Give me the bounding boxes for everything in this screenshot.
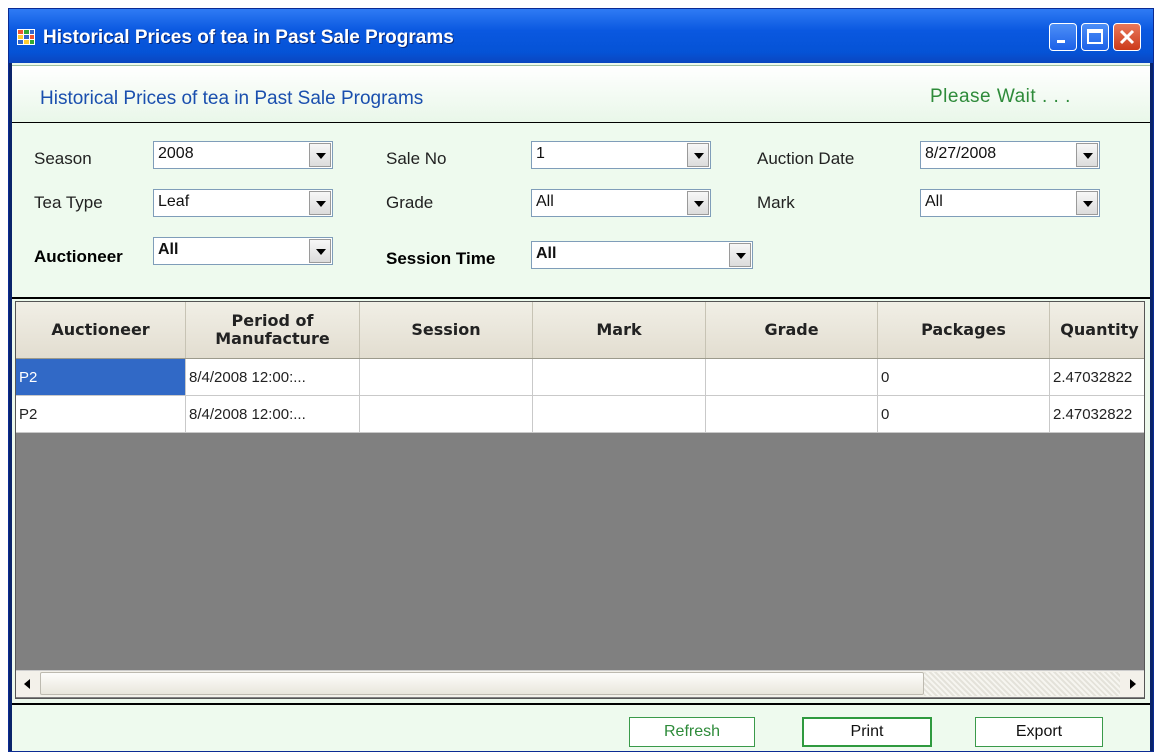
table-row[interactable]: P2 8/4/2008 12:00:... 0 2.47032822 <box>16 396 1144 433</box>
maximize-icon <box>1087 29 1103 44</box>
grade-value: All <box>536 193 554 210</box>
column-header-period-of-manufacture[interactable]: Period of Manufacture <box>186 302 360 358</box>
table-cell[interactable] <box>706 396 878 432</box>
client-area: Historical Prices of tea in Past Sale Pr… <box>12 63 1150 751</box>
auction-date-label: Auction Date <box>757 149 855 168</box>
filter-panel: Season 2008 Sale No 1 Auction Date 8/27/… <box>12 123 1150 299</box>
table-cell[interactable] <box>360 396 533 432</box>
grid-header: Auctioneer Period of Manufacture Session… <box>16 302 1144 359</box>
table-cell[interactable] <box>360 359 533 395</box>
table-cell[interactable]: 8/4/2008 12:00:... <box>186 396 360 432</box>
chevron-down-icon[interactable] <box>309 143 331 167</box>
table-cell[interactable] <box>533 396 706 432</box>
chevron-down-icon[interactable] <box>309 191 331 215</box>
sale-no-label: Sale No <box>386 149 447 168</box>
table-cell[interactable]: 2.47032822 <box>1050 359 1144 395</box>
table-row[interactable]: P2 8/4/2008 12:00:... 0 2.47032822 <box>16 359 1144 396</box>
chevron-down-icon[interactable] <box>309 239 331 263</box>
table-cell[interactable] <box>533 359 706 395</box>
column-header-auctioneer[interactable]: Auctioneer <box>16 302 186 358</box>
status-text: Please Wait . . . <box>930 86 1071 107</box>
season-label: Season <box>34 149 92 168</box>
tea-type-select[interactable]: Leaf <box>153 189 333 217</box>
column-header-packages[interactable]: Packages <box>878 302 1050 358</box>
scrollbar-track[interactable] <box>924 672 1120 696</box>
title-bar[interactable]: Historical Prices of tea in Past Sale Pr… <box>9 9 1153 63</box>
table-cell[interactable]: 0 <box>878 396 1050 432</box>
column-header-session[interactable]: Session <box>360 302 533 358</box>
footer-bar: Refresh Print Export <box>12 703 1150 751</box>
app-icon <box>17 29 35 45</box>
column-header-quantity[interactable]: Quantity <box>1050 302 1144 358</box>
table-cell[interactable]: P2 <box>16 359 186 395</box>
scroll-right-icon[interactable] <box>1120 672 1144 696</box>
tea-type-value: Leaf <box>158 193 190 210</box>
results-grid[interactable]: Auctioneer Period of Manufacture Session… <box>15 301 1145 699</box>
export-button[interactable]: Export <box>975 717 1103 747</box>
mark-label: Mark <box>757 193 795 212</box>
auctioneer-select[interactable]: All <box>153 237 333 265</box>
page-title: Historical Prices of tea in Past Sale Pr… <box>40 88 424 109</box>
minimize-icon <box>1057 40 1065 43</box>
session-time-select[interactable]: All <box>531 241 753 269</box>
grade-select[interactable]: All <box>531 189 711 217</box>
header-panel: Historical Prices of tea in Past Sale Pr… <box>12 65 1150 124</box>
scroll-left-icon[interactable] <box>16 672 40 696</box>
tea-type-label: Tea Type <box>34 193 103 212</box>
table-cell[interactable]: 8/4/2008 12:00:... <box>186 359 360 395</box>
app-window: Historical Prices of tea in Past Sale Pr… <box>8 8 1154 752</box>
grade-label: Grade <box>386 193 434 212</box>
mark-select[interactable]: All <box>920 189 1100 217</box>
auctioneer-label: Auctioneer <box>34 247 123 266</box>
table-cell[interactable]: P2 <box>16 396 186 432</box>
column-header-mark[interactable]: Mark <box>533 302 706 358</box>
scrollbar-thumb[interactable] <box>40 672 924 695</box>
season-select[interactable]: 2008 <box>153 141 333 169</box>
table-cell[interactable]: 2.47032822 <box>1050 396 1144 432</box>
session-time-value: All <box>536 245 557 262</box>
refresh-button[interactable]: Refresh <box>629 717 755 747</box>
sale-no-select[interactable]: 1 <box>531 141 711 169</box>
horizontal-scrollbar[interactable] <box>16 670 1144 697</box>
column-header-grade[interactable]: Grade <box>706 302 878 358</box>
season-value: 2008 <box>158 145 194 162</box>
close-button[interactable] <box>1113 23 1141 51</box>
chevron-down-icon[interactable] <box>729 243 751 267</box>
close-icon <box>1119 29 1135 45</box>
table-cell[interactable] <box>706 359 878 395</box>
maximize-button[interactable] <box>1081 23 1109 51</box>
window-title: Historical Prices of tea in Past Sale Pr… <box>43 27 454 48</box>
print-button[interactable]: Print <box>802 717 932 747</box>
mark-value: All <box>925 193 943 210</box>
auctioneer-value: All <box>158 241 179 258</box>
session-time-label: Session Time <box>386 249 496 268</box>
auction-date-value: 8/27/2008 <box>925 145 997 162</box>
minimize-button[interactable] <box>1049 23 1077 51</box>
chevron-down-icon[interactable] <box>687 143 709 167</box>
sale-no-value: 1 <box>536 145 545 162</box>
auction-date-select[interactable]: 8/27/2008 <box>920 141 1100 169</box>
chevron-down-icon[interactable] <box>1076 191 1098 215</box>
chevron-down-icon[interactable] <box>687 191 709 215</box>
chevron-down-icon[interactable] <box>1076 143 1098 167</box>
table-cell[interactable]: 0 <box>878 359 1050 395</box>
